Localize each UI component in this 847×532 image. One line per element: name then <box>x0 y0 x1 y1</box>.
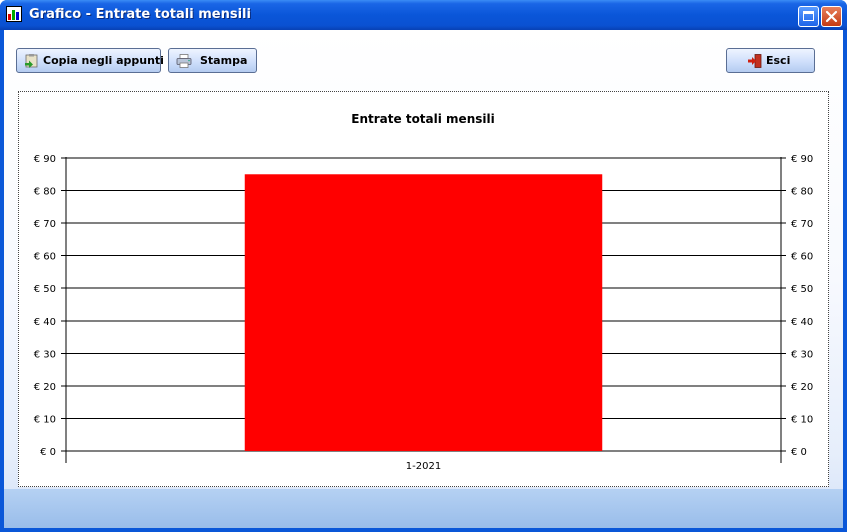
y-tick-label-left: € 40 <box>34 317 56 328</box>
y-tick-label-right: € 10 <box>791 414 813 425</box>
print-button[interactable]: Stampa <box>168 48 257 73</box>
y-tick-label-left: € 50 <box>34 284 56 295</box>
bar <box>244 174 603 451</box>
chart-title: Entrate totali mensili <box>351 112 494 126</box>
y-tick-label-left: € 80 <box>34 187 56 198</box>
close-icon <box>825 10 838 23</box>
y-tick-label-right: € 60 <box>791 252 813 263</box>
x-tick-label: 1-2021 <box>406 461 441 472</box>
print-button-label: Stampa <box>200 54 248 67</box>
bar-chart: Entrate totali mensili € 0 € 0 € 10 € 10 € 2… <box>34 112 814 472</box>
y-tick-label-right: € 40 <box>791 317 813 328</box>
exit-button-label: Esci <box>766 54 791 67</box>
y-tick-label-right: € 30 <box>791 349 813 360</box>
y-tick-label-left: € 60 <box>34 252 56 263</box>
y-tick-label-right: € 50 <box>791 284 813 295</box>
copy-to-clipboard-button[interactable]: Copia negli appunti <box>16 48 164 73</box>
footer-band <box>4 489 843 528</box>
y-tick-label-left: € 30 <box>34 349 56 360</box>
y-tick-label-left: € 20 <box>34 382 56 393</box>
close-button[interactable] <box>821 6 842 27</box>
maximize-button[interactable] <box>798 6 819 27</box>
exit-button[interactable]: Esci <box>726 48 815 73</box>
clipboard-icon <box>25 54 38 68</box>
copy-button-label: Copia negli appunti <box>43 54 164 67</box>
y-tick-label-right: € 80 <box>791 187 813 198</box>
y-tick-label-right: € 70 <box>791 219 813 230</box>
exit-door-icon <box>748 54 762 68</box>
y-tick-label-left: € 0 <box>40 447 56 458</box>
y-tick-label-right: € 20 <box>791 382 813 393</box>
app-window: Grafico - Entrate totali mensili Copia n… <box>0 0 847 532</box>
chart-panel: Entrate totali mensili € 0 € 0 € 10 € 10 € 2… <box>18 91 829 487</box>
window-title: Grafico - Entrate totali mensili <box>29 7 251 22</box>
title-bar[interactable]: Grafico - Entrate totali mensili <box>0 0 847 30</box>
y-tick-label-left: € 10 <box>34 414 56 425</box>
y-tick-label-left: € 90 <box>34 154 56 165</box>
printer-icon <box>176 54 192 68</box>
y-tick-label-left: € 70 <box>34 219 56 230</box>
y-tick-label-right: € 0 <box>791 447 807 458</box>
chart-app-icon <box>6 6 22 22</box>
maximize-icon <box>803 11 814 21</box>
y-tick-label-right: € 90 <box>791 154 813 165</box>
